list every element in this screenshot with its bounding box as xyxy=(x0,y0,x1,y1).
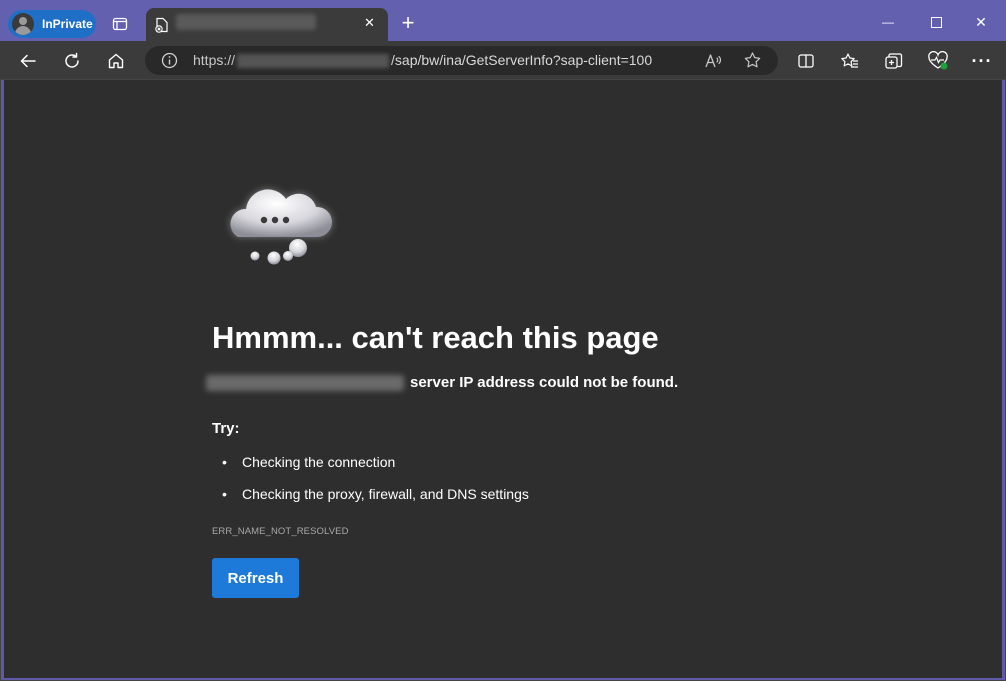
reload-button[interactable] xyxy=(58,47,86,75)
url-host-redacted xyxy=(237,54,390,69)
cloud-thinking-icon xyxy=(218,182,338,277)
bullet-marker: • xyxy=(222,486,227,502)
minimize-button[interactable]: — xyxy=(865,8,911,36)
favorites-icon xyxy=(841,53,858,68)
close-window-button[interactable]: ✕ xyxy=(958,8,1004,36)
bullet-marker: • xyxy=(222,454,227,470)
tab-close-icon[interactable]: ✕ xyxy=(364,15,375,31)
error-message-text: server IP address could not be found. xyxy=(410,374,679,391)
suggestion-text: Checking the proxy, firewall, and DNS se… xyxy=(242,486,529,502)
maximize-icon xyxy=(930,16,942,28)
favorite-star-icon[interactable] xyxy=(743,51,762,75)
suggestion-item: • Checking the proxy, firewall, and DNS s… xyxy=(222,486,529,502)
tab-actions-icon[interactable] xyxy=(108,12,132,36)
collections-button[interactable] xyxy=(880,47,908,75)
heart-pulse-icon xyxy=(928,51,948,70)
read-aloud-icon[interactable] xyxy=(704,52,722,75)
new-tab-button[interactable]: + xyxy=(396,10,420,36)
reload-icon xyxy=(65,52,79,68)
page-error-icon xyxy=(154,17,170,38)
favorites-button[interactable] xyxy=(836,47,864,75)
error-message: server IP address could not be found. xyxy=(206,374,678,391)
address-bar[interactable]: https:// /sap/bw/ina/GetServerInfo?sap-cl… xyxy=(145,46,778,75)
split-screen-icon xyxy=(798,54,814,68)
back-arrow-icon xyxy=(20,54,36,68)
maximize-button[interactable] xyxy=(913,8,959,36)
inprivate-label: InPrivate xyxy=(42,17,93,31)
split-screen-button[interactable] xyxy=(792,47,820,75)
refresh-button[interactable]: Refresh xyxy=(212,558,299,598)
inprivate-badge[interactable]: InPrivate xyxy=(8,10,96,38)
try-label: Try: xyxy=(212,420,240,437)
back-button[interactable] xyxy=(14,47,42,75)
page-title: Hmmm... can't reach this page xyxy=(212,320,659,355)
profile-avatar-icon xyxy=(12,13,34,35)
home-icon xyxy=(108,53,124,69)
more-menu-button[interactable]: ··· xyxy=(968,47,996,75)
tab-title-redacted xyxy=(176,14,316,30)
url-path: /sap/bw/ina/GetServerInfo?sap-client=100 xyxy=(391,52,653,68)
browser-essentials-button[interactable] xyxy=(924,47,952,75)
active-tab[interactable]: ✕ xyxy=(146,8,388,45)
url-prefix: https:// xyxy=(193,52,236,68)
suggestion-text: Checking the connection xyxy=(242,454,396,470)
site-info-icon[interactable] xyxy=(161,52,178,74)
suggestion-item: • Checking the connection xyxy=(222,454,395,470)
home-button[interactable] xyxy=(102,47,130,75)
hostname-redacted xyxy=(206,374,404,391)
error-code: ERR_NAME_NOT_RESOLVED xyxy=(212,526,349,537)
url-text[interactable]: https:// /sap/bw/ina/GetServerInfo?sap-cl… xyxy=(193,52,653,69)
collections-icon xyxy=(885,53,903,69)
